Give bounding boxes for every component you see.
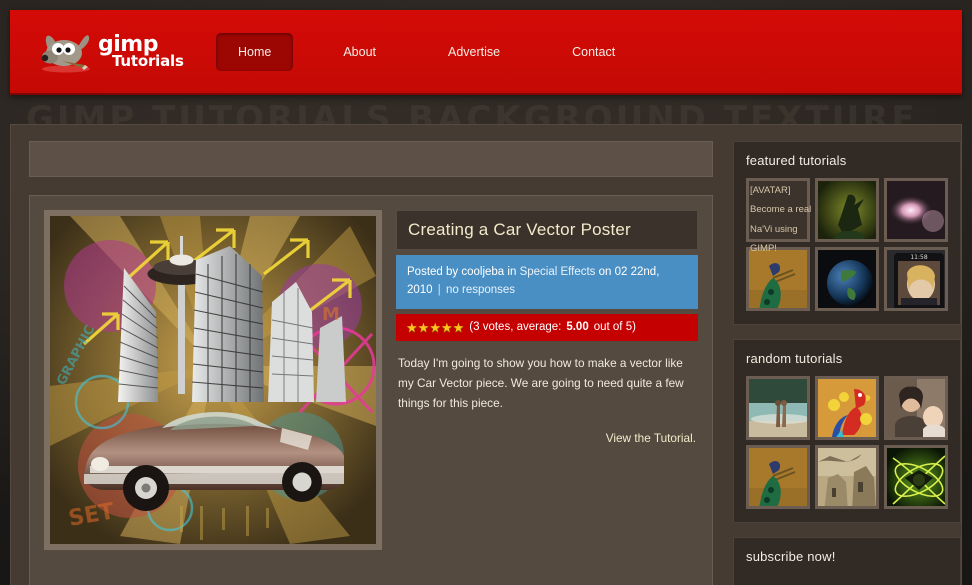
subscribe-widget: subscribe now! (733, 537, 961, 585)
featured-thumb-earth-globe[interactable] (815, 247, 879, 311)
article-details: Creating a Car Vector Poster Posted by c… (396, 210, 698, 580)
main-navigation: Home About Advertise Contact (216, 32, 665, 71)
star-icon[interactable]: ★ (406, 321, 418, 334)
star-icon[interactable]: ★ (418, 321, 430, 334)
article-title-box: Creating a Car Vector Poster (396, 210, 698, 250)
content-column: SET M GRAPHIC Creating a Car Vector Post… (29, 141, 713, 585)
rating-suffix: out of 5) (593, 321, 636, 334)
rating-value: 5.00 (566, 321, 589, 334)
site-header: gimp Tutorials Home About Advertise Cont… (10, 10, 962, 95)
rating-prefix: (3 votes, average: (469, 321, 562, 334)
random-thumb-beach-couple[interactable] (746, 376, 810, 440)
featured-tutorials-title: featured tutorials (746, 153, 847, 168)
article-category-link[interactable]: Special Effects (520, 266, 596, 278)
article-panel: SET M GRAPHIC Creating a Car Vector Post… (29, 195, 713, 585)
featured-thumb-nebula[interactable] (884, 178, 948, 242)
view-tutorial-link[interactable]: View the Tutorial. (396, 431, 698, 445)
subscribe-title: subscribe now! (746, 549, 836, 564)
random-thumb-peacock[interactable] (746, 445, 810, 509)
email-envelope-icon[interactable] (844, 574, 888, 585)
star-rating[interactable]: ★ ★ ★ ★ ★ (406, 321, 464, 334)
nav-item-advertise[interactable]: Advertise (426, 33, 522, 71)
random-thumb-parrot[interactable] (815, 376, 879, 440)
nav-item-contact[interactable]: Contact (550, 33, 637, 71)
svg-text:11:58: 11:58 (910, 254, 927, 261)
gimp-wilber-mascot-icon (38, 31, 94, 73)
article-author: cooljeba (461, 266, 505, 278)
site-logo[interactable]: gimp Tutorials (38, 31, 188, 73)
car-vector-poster-image[interactable]: SET M GRAPHIC (44, 210, 382, 550)
nav-item-about[interactable]: About (321, 33, 398, 71)
meta-separator: | (437, 283, 441, 296)
logo-wordmark: gimp Tutorials (98, 34, 184, 69)
random-thumb-mother-baby[interactable] (884, 376, 948, 440)
ad-banner-bar[interactable] (29, 141, 713, 177)
page-title: Creating a Car Vector Poster (408, 220, 631, 239)
article-excerpt: Today I'm going to show you how to make … (398, 355, 684, 410)
star-icon[interactable]: ★ (453, 321, 465, 334)
on-word: on (598, 266, 612, 278)
svg-text:M: M (322, 304, 340, 325)
featured-thumb-peacock[interactable] (746, 247, 810, 311)
posted-by-prefix: Posted by (407, 266, 459, 278)
page-container: SET M GRAPHIC Creating a Car Vector Post… (10, 124, 962, 585)
article-responses-link[interactable]: no responses (446, 284, 515, 296)
random-thumb-green-abstract[interactable] (884, 445, 948, 509)
nav-item-home[interactable]: Home (216, 32, 294, 71)
logo-line-2: Tutorials (112, 52, 184, 70)
featured-thumb-grid: [AVATAR] Become a real Na'Vi using GIMP! (746, 178, 948, 311)
random-thumb-sepia-castle[interactable] (815, 445, 879, 509)
random-thumb-grid (746, 376, 948, 509)
featured-thumb-dancer[interactable] (815, 178, 879, 242)
subscribe-icons (746, 574, 948, 585)
featured-thumb-avatar-navi[interactable] (746, 178, 810, 242)
star-icon[interactable]: ★ (441, 321, 453, 334)
sidebar: featured tutorials [AVATAR] Become a rea… (733, 141, 961, 585)
article-meta: Posted by cooljeba in Special Effects on… (396, 255, 698, 309)
in-word: in (507, 266, 517, 278)
featured-tutorials-widget: featured tutorials [AVATAR] Become a rea… (733, 141, 961, 325)
rating-box: ★ ★ ★ ★ ★ (3 votes, average: 5.00 out of… (396, 313, 698, 341)
rss-feed-icon[interactable] (774, 574, 818, 585)
random-tutorials-title: random tutorials (746, 351, 843, 366)
featured-thumb-iphone-girl[interactable]: 11:58 (884, 247, 948, 311)
random-tutorials-widget: random tutorials (733, 339, 961, 523)
star-icon[interactable]: ★ (429, 321, 441, 334)
